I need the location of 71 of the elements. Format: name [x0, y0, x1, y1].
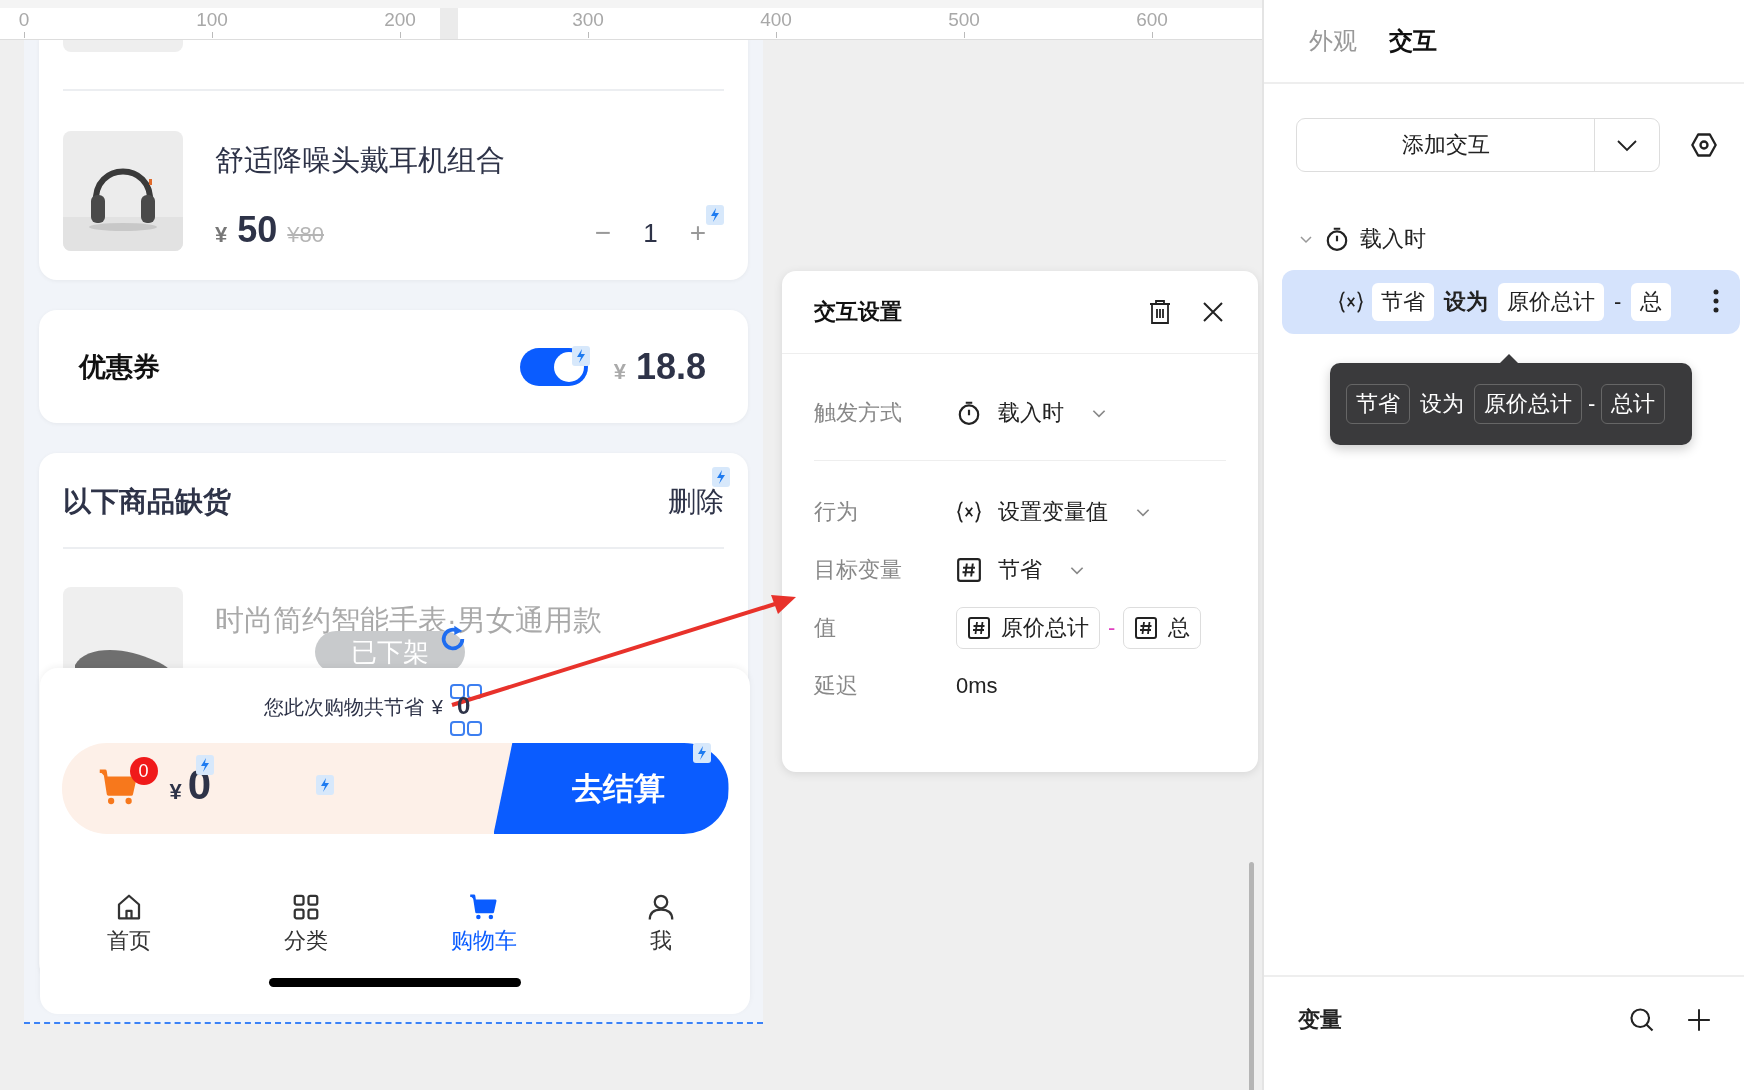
- ruler-label: 100: [196, 8, 228, 32]
- operator: -: [1614, 289, 1622, 315]
- currency-symbol: ¥: [169, 779, 182, 805]
- lightning-icon[interactable]: [712, 467, 730, 487]
- event-label[interactable]: 载入时: [1360, 224, 1426, 254]
- tab-bar-item[interactable]: 分类: [217, 892, 395, 956]
- delete-link[interactable]: 删除: [668, 483, 724, 521]
- variable-chip[interactable]: 节省: [1346, 384, 1410, 424]
- ruler-label: 200: [384, 8, 416, 32]
- operator: -: [1108, 615, 1116, 641]
- product-price: 50: [237, 209, 278, 251]
- variable-icon: [956, 499, 982, 525]
- stopwatch-icon: [1324, 226, 1350, 252]
- original-price: ¥80: [287, 222, 324, 248]
- tab-bar-item[interactable]: 购物车: [395, 892, 573, 956]
- field-label: 触发方式: [814, 399, 903, 427]
- currency-symbol: ¥: [215, 222, 228, 248]
- product-title: 舒适降噪头戴耳机组合: [215, 143, 506, 178]
- variable-chip[interactable]: 总计: [1601, 384, 1666, 424]
- ruler-label: 400: [760, 8, 792, 32]
- variable-chip[interactable]: 原价总计: [956, 607, 1100, 649]
- ruler-label: 500: [948, 8, 980, 32]
- ruler-label: 300: [572, 8, 604, 32]
- dropdown-value[interactable]: 节省: [998, 555, 1042, 585]
- lightning-icon[interactable]: [692, 743, 711, 763]
- number-icon: [1134, 616, 1159, 640]
- tab-bar-item[interactable]: 首页: [40, 892, 218, 956]
- dropdown-value[interactable]: 设置变量值: [998, 497, 1108, 527]
- search-icon[interactable]: [1628, 1006, 1656, 1034]
- field-label: 值: [814, 614, 837, 642]
- field-label: 目标变量: [814, 556, 903, 584]
- variable-chip[interactable]: 原价总计: [1498, 283, 1604, 321]
- section-title: 变量: [1298, 1006, 1343, 1034]
- field-label: 行为: [814, 498, 859, 526]
- coupon-label: 优惠券: [79, 350, 160, 384]
- variable-chip[interactable]: 原价总计: [1474, 384, 1582, 424]
- currency-symbol: ¥: [613, 358, 626, 385]
- tab-bar-item[interactable]: 我: [572, 892, 750, 956]
- field-label: 延迟: [814, 672, 859, 700]
- variable-chip[interactable]: 节省: [1372, 283, 1434, 321]
- number-icon: [956, 557, 982, 583]
- close-icon[interactable]: [1202, 301, 1224, 323]
- action-verb: 设为: [1420, 390, 1464, 418]
- operator: -: [1588, 391, 1596, 417]
- ruler-label: 0: [18, 8, 30, 32]
- stopwatch-icon: [956, 400, 982, 426]
- coupon-amount: 18.8: [635, 345, 706, 388]
- dropdown-value[interactable]: 载入时: [998, 398, 1064, 428]
- settings-icon[interactable]: [1690, 131, 1718, 159]
- ruler-label: 600: [1136, 8, 1168, 32]
- variable-chip[interactable]: 总: [1123, 607, 1202, 649]
- variable-icon: [1338, 289, 1364, 315]
- add-icon[interactable]: [1686, 1007, 1712, 1033]
- scrollbar[interactable]: [1249, 862, 1254, 1090]
- lightning-icon[interactable]: [571, 345, 590, 366]
- toggle-switch[interactable]: [519, 347, 588, 386]
- delete-icon[interactable]: [1148, 299, 1172, 325]
- variable-chip[interactable]: 总: [1631, 283, 1672, 321]
- section-title: 以下商品缺货: [63, 485, 231, 519]
- number-icon: [967, 616, 991, 640]
- action-verb: 设为: [1444, 288, 1488, 316]
- delay-value: 0ms: [956, 673, 998, 699]
- dialog-title: 交互设置: [814, 298, 903, 326]
- checkout-button[interactable]: 去结算: [493, 743, 729, 834]
- lightning-icon[interactable]: [706, 205, 724, 225]
- action-row[interactable]: 节省 设为 原价总计 - 总: [1282, 270, 1740, 334]
- cart-icon: [468, 892, 499, 922]
- currency-symbol: ¥: [431, 696, 443, 719]
- savings-text: 您此次购物共节省: [263, 695, 424, 720]
- quantity-value: 1: [643, 218, 658, 249]
- panel-tab[interactable]: 交互: [1389, 25, 1437, 57]
